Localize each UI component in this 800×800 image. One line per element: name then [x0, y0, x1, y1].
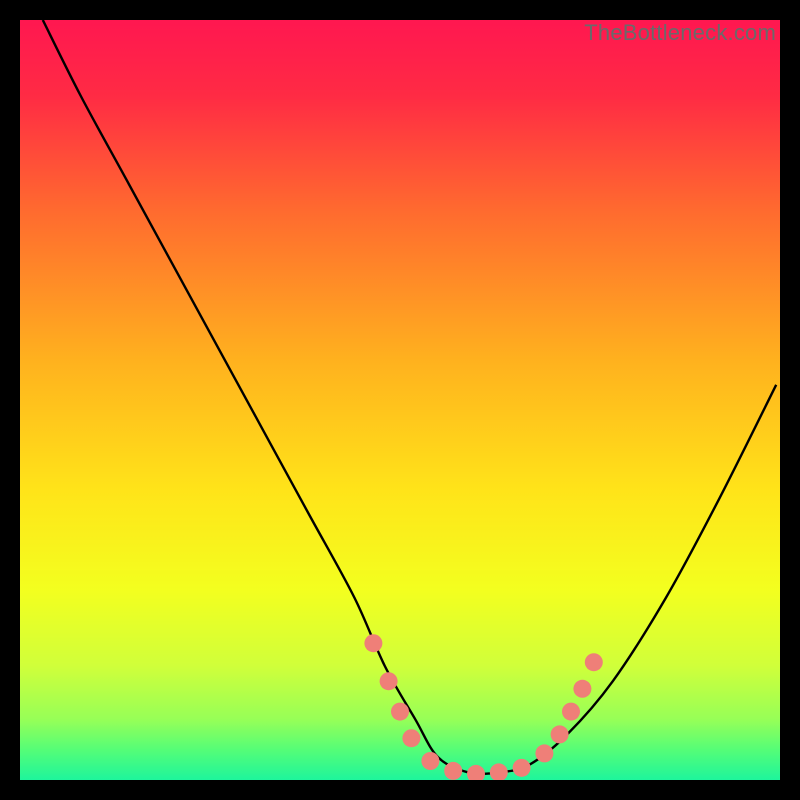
highlight-dot: [380, 672, 398, 690]
gradient-background: [20, 20, 780, 780]
highlight-dot: [444, 762, 462, 780]
chart-frame: TheBottleneck.com: [20, 20, 780, 780]
highlight-dot: [513, 759, 531, 777]
highlight-dot: [421, 752, 439, 770]
highlight-dot: [573, 680, 591, 698]
highlight-dot: [391, 703, 409, 721]
highlight-dot: [535, 744, 553, 762]
watermark-text: TheBottleneck.com: [584, 20, 776, 46]
highlight-dot: [551, 725, 569, 743]
highlight-dot: [364, 634, 382, 652]
highlight-dot: [585, 653, 603, 671]
highlight-dot: [402, 729, 420, 747]
highlight-dot: [562, 703, 580, 721]
bottleneck-chart: [20, 20, 780, 780]
